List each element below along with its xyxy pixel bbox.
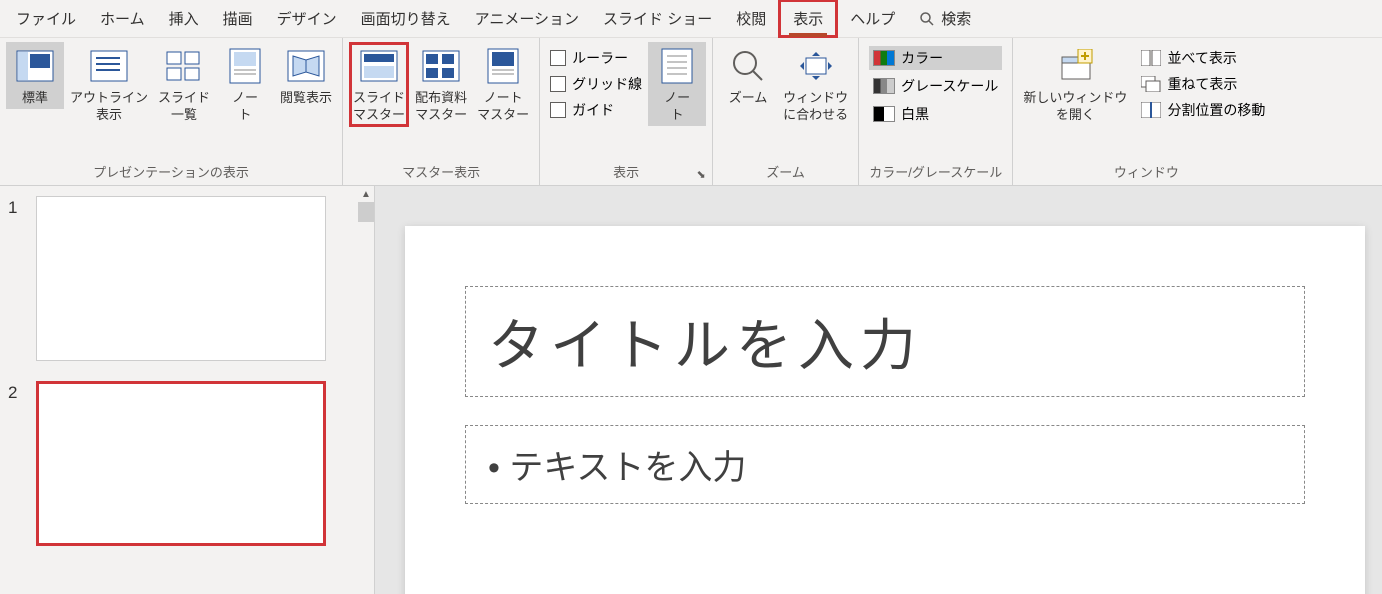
slide-number: 1 bbox=[8, 196, 26, 361]
move-split-button[interactable]: 分割位置の移動 bbox=[1137, 98, 1269, 122]
menu-review[interactable]: 校閲 bbox=[724, 2, 778, 35]
reading-view-icon bbox=[284, 46, 328, 86]
fit-window-icon bbox=[794, 46, 838, 86]
menu-transition[interactable]: 画面切り替え bbox=[349, 2, 463, 35]
fit-window-button[interactable]: ウィンドウ に合わせる bbox=[779, 42, 852, 126]
ribbon-group-label: マスター表示 bbox=[349, 160, 533, 183]
ribbon-group-window: 新しいウィンドウ を開く 並べて表示 重ねて表示 分割位置の移動 ウィンドウ bbox=[1013, 38, 1279, 185]
ribbon-group-presentation-views: 標準 アウトライン 表示 スライド 一覧 ノー ト 閲覧表示 プレゼンテーション… bbox=[0, 38, 343, 185]
slide-thumbnail-panel: 1 2 ▲ bbox=[0, 186, 375, 594]
cascade-icon bbox=[1141, 76, 1161, 92]
menu-help[interactable]: ヘルプ bbox=[838, 2, 907, 35]
search-label: 検索 bbox=[941, 8, 971, 29]
outline-view-label: アウトライン 表示 bbox=[70, 90, 148, 124]
slide-master-icon bbox=[357, 46, 401, 86]
cascade-button[interactable]: 重ねて表示 bbox=[1137, 72, 1269, 96]
workspace: 1 2 ▲ タイトルを入力 • テキストを入力 bbox=[0, 186, 1382, 594]
slide-number: 2 bbox=[8, 381, 26, 546]
search-icon bbox=[919, 11, 935, 27]
move-split-icon bbox=[1141, 102, 1161, 118]
ribbon-group-show: ルーラー グリッド線 ガイド ノー ト 表示 ⬊ bbox=[540, 38, 713, 185]
slide-thumb-row: 2 bbox=[8, 381, 366, 546]
ruler-checkbox[interactable]: ルーラー bbox=[550, 48, 642, 68]
menu-view[interactable]: 表示 bbox=[778, 0, 838, 38]
guides-checkbox[interactable]: ガイド bbox=[550, 100, 642, 120]
menu-search[interactable]: 検索 bbox=[907, 2, 983, 35]
menu-home[interactable]: ホーム bbox=[88, 2, 157, 35]
notes-master-label: ノート マスター bbox=[477, 90, 529, 124]
ribbon-group-label: カラー/グレースケール bbox=[865, 160, 1006, 183]
menu-draw[interactable]: 描画 bbox=[211, 2, 265, 35]
slide-sorter-icon bbox=[162, 46, 206, 86]
color-mode-button[interactable]: カラー bbox=[869, 46, 1002, 70]
gridlines-checkbox[interactable]: グリッド線 bbox=[550, 74, 642, 94]
notes-master-icon bbox=[481, 46, 525, 86]
arrange-all-icon bbox=[1141, 50, 1161, 66]
handout-master-label: 配布資料 マスター bbox=[415, 90, 467, 124]
reading-view-label: 閲覧表示 bbox=[280, 90, 332, 107]
normal-view-button[interactable]: 標準 bbox=[6, 42, 64, 109]
menu-design[interactable]: デザイン bbox=[265, 2, 349, 35]
ribbon-group-color: カラー グレースケール 白黒 カラー/グレースケール bbox=[859, 38, 1013, 185]
ribbon: 標準 アウトライン 表示 スライド 一覧 ノー ト 閲覧表示 プレゼンテーション… bbox=[0, 38, 1382, 186]
body-placeholder[interactable]: • テキストを入力 bbox=[465, 425, 1305, 504]
menu-animation[interactable]: アニメーション bbox=[463, 2, 591, 35]
handout-master-icon bbox=[419, 46, 463, 86]
slide-sorter-button[interactable]: スライド 一覧 bbox=[154, 42, 214, 126]
notes-page-icon bbox=[223, 46, 267, 86]
slide-canvas[interactable]: タイトルを入力 • テキストを入力 bbox=[405, 226, 1365, 594]
normal-view-label: 標準 bbox=[22, 90, 48, 107]
grayscale-swatch-icon bbox=[873, 78, 895, 94]
slide-thumbnail-1[interactable] bbox=[36, 196, 326, 361]
outline-view-icon bbox=[87, 46, 131, 86]
handout-master-button[interactable]: 配布資料 マスター bbox=[411, 42, 471, 126]
slide-master-label: スライド マスター bbox=[353, 90, 405, 124]
ribbon-group-label: ズーム bbox=[719, 160, 852, 183]
new-window-icon bbox=[1053, 46, 1097, 86]
bw-mode-button[interactable]: 白黒 bbox=[869, 102, 1002, 126]
bw-swatch-icon bbox=[873, 106, 895, 122]
ribbon-group-master-views: スライド マスター 配布資料 マスター ノート マスター マスター表示 bbox=[343, 38, 540, 185]
fit-window-label: ウィンドウ に合わせる bbox=[783, 90, 848, 124]
new-window-button[interactable]: 新しいウィンドウ を開く bbox=[1019, 42, 1131, 126]
zoom-icon bbox=[726, 46, 770, 86]
thumbnail-scrollbar[interactable]: ▲ bbox=[358, 186, 374, 594]
notes-master-button[interactable]: ノート マスター bbox=[473, 42, 533, 126]
menu-insert[interactable]: 挿入 bbox=[157, 2, 211, 35]
normal-view-icon bbox=[13, 46, 57, 86]
ribbon-group-zoom: ズーム ウィンドウ に合わせる ズーム bbox=[713, 38, 859, 185]
slide-editor: タイトルを入力 • テキストを入力 bbox=[375, 186, 1382, 594]
ribbon-group-label: ウィンドウ bbox=[1019, 160, 1273, 183]
scroll-up-icon[interactable]: ▲ bbox=[358, 186, 374, 202]
menu-slideshow[interactable]: スライド ショー bbox=[591, 2, 724, 35]
menubar: ファイル ホーム 挿入 描画 デザイン 画面切り替え アニメーション スライド … bbox=[0, 0, 1382, 38]
notes-page-button[interactable]: ノー ト bbox=[216, 42, 274, 126]
grayscale-mode-button[interactable]: グレースケール bbox=[869, 74, 1002, 98]
notes-page-label: ノー ト bbox=[232, 90, 258, 124]
zoom-label: ズーム bbox=[729, 90, 768, 107]
outline-view-button[interactable]: アウトライン 表示 bbox=[66, 42, 152, 126]
menu-file[interactable]: ファイル bbox=[4, 2, 88, 35]
notes-pane-label: ノー ト bbox=[664, 90, 690, 124]
arrange-all-button[interactable]: 並べて表示 bbox=[1137, 46, 1269, 70]
zoom-button[interactable]: ズーム bbox=[719, 42, 777, 109]
slide-sorter-label: スライド 一覧 bbox=[158, 90, 210, 124]
slide-master-button[interactable]: スライド マスター bbox=[349, 42, 409, 127]
body-text: • テキストを入力 bbox=[488, 440, 1282, 489]
reading-view-button[interactable]: 閲覧表示 bbox=[276, 42, 336, 109]
slide-thumbnail-2[interactable] bbox=[36, 381, 326, 546]
show-group-launcher[interactable]: ⬊ bbox=[694, 167, 708, 181]
notes-pane-icon bbox=[655, 46, 699, 86]
notes-pane-button[interactable]: ノー ト bbox=[648, 42, 706, 126]
title-placeholder[interactable]: タイトルを入力 bbox=[465, 286, 1305, 397]
scrollbar-thumb[interactable] bbox=[358, 202, 374, 222]
new-window-label: 新しいウィンドウ を開く bbox=[1023, 90, 1127, 124]
color-swatch-icon bbox=[873, 50, 895, 66]
ribbon-group-label: プレゼンテーションの表示 bbox=[6, 160, 336, 183]
slide-thumb-row: 1 bbox=[8, 196, 366, 361]
ribbon-group-label: 表示 bbox=[546, 160, 706, 183]
title-text: タイトルを入力 bbox=[488, 301, 1282, 382]
